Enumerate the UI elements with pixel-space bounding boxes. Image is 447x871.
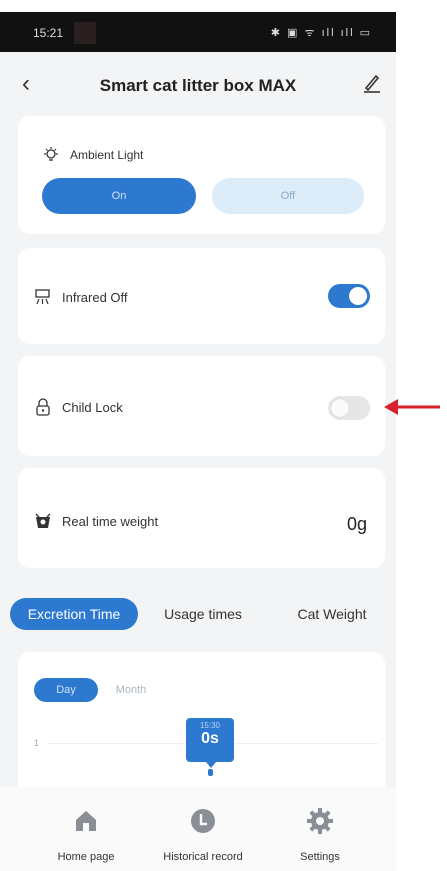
tooltip-pointer xyxy=(206,762,216,768)
ambient-on-button[interactable]: On xyxy=(42,178,196,214)
ambient-off-button[interactable]: Off xyxy=(212,178,364,214)
child-lock-toggle[interactable] xyxy=(328,396,370,420)
nav-home[interactable]: Home page xyxy=(20,787,152,871)
bottom-nav: Home page Historical record Settings xyxy=(0,787,396,871)
notification-thumbnail xyxy=(74,22,96,44)
segment-month[interactable]: Month xyxy=(104,678,158,702)
nav-home-label: Home page xyxy=(57,851,115,863)
gear-icon xyxy=(307,808,333,834)
status-time: 15:21 xyxy=(33,26,64,40)
stats-tabs: Excretion Time Usage times Cat Weight xyxy=(10,598,396,632)
chart-card: Day Month 1 15:30 0s xyxy=(18,652,385,802)
weight-value: 0g xyxy=(346,514,367,534)
ambient-light-label: Ambient Light xyxy=(70,148,144,162)
nav-history-label: Historical record xyxy=(163,851,243,863)
weight-card: Real time weight 0g xyxy=(18,468,385,568)
infrared-toggle[interactable] xyxy=(328,284,370,308)
tab-excretion-time[interactable]: Excretion Time xyxy=(10,598,138,630)
chart-point-marker xyxy=(208,769,213,776)
lock-icon xyxy=(36,398,50,416)
weight-label: Real time weight xyxy=(62,514,159,529)
home-icon xyxy=(76,811,96,831)
page-title: Smart cat litter box MAX xyxy=(99,76,297,95)
nav-settings-label: Settings xyxy=(300,851,340,863)
toggle-knob xyxy=(331,399,349,417)
status-bar: 15:21 ✱ ▣ ᯤ ıll ıll ▭ xyxy=(0,12,396,52)
child-lock-label: Child Lock xyxy=(62,400,123,415)
nav-history[interactable]: Historical record xyxy=(137,787,269,871)
ambient-light-card: Ambient Light On Off xyxy=(18,116,385,234)
tab-cat-weight[interactable]: Cat Weight xyxy=(268,598,396,630)
nav-settings[interactable]: Settings xyxy=(254,787,386,871)
bulb-icon xyxy=(44,147,58,161)
tooltip-time: 15:30 xyxy=(199,721,221,730)
status-icons: ✱ ▣ ᯤ ıll ıll ▭ xyxy=(270,27,372,39)
app-header: ‹ Smart cat litter box MAX xyxy=(0,52,396,116)
phone-screen: 15:21 ✱ ▣ ᯤ ıll ıll ▭ ‹ Smart cat litter… xyxy=(0,12,396,871)
scale-icon xyxy=(35,513,51,528)
infrared-label: Infrared Off xyxy=(62,290,128,305)
annotation-arrow-icon xyxy=(384,399,440,415)
segment-day[interactable]: Day xyxy=(34,678,98,702)
tab-usage-times[interactable]: Usage times xyxy=(138,598,268,630)
chart-tooltip: 15:30 0s xyxy=(186,718,234,762)
tooltip-value: 0s xyxy=(201,730,219,747)
edit-pencil-icon[interactable] xyxy=(362,72,382,94)
infrared-icon xyxy=(35,289,50,305)
child-lock-card: Child Lock xyxy=(18,356,385,456)
y-axis-tick: 1 xyxy=(34,738,40,748)
infrared-card: Infrared Off xyxy=(18,248,385,344)
toggle-knob xyxy=(349,287,367,305)
history-icon xyxy=(191,809,215,833)
